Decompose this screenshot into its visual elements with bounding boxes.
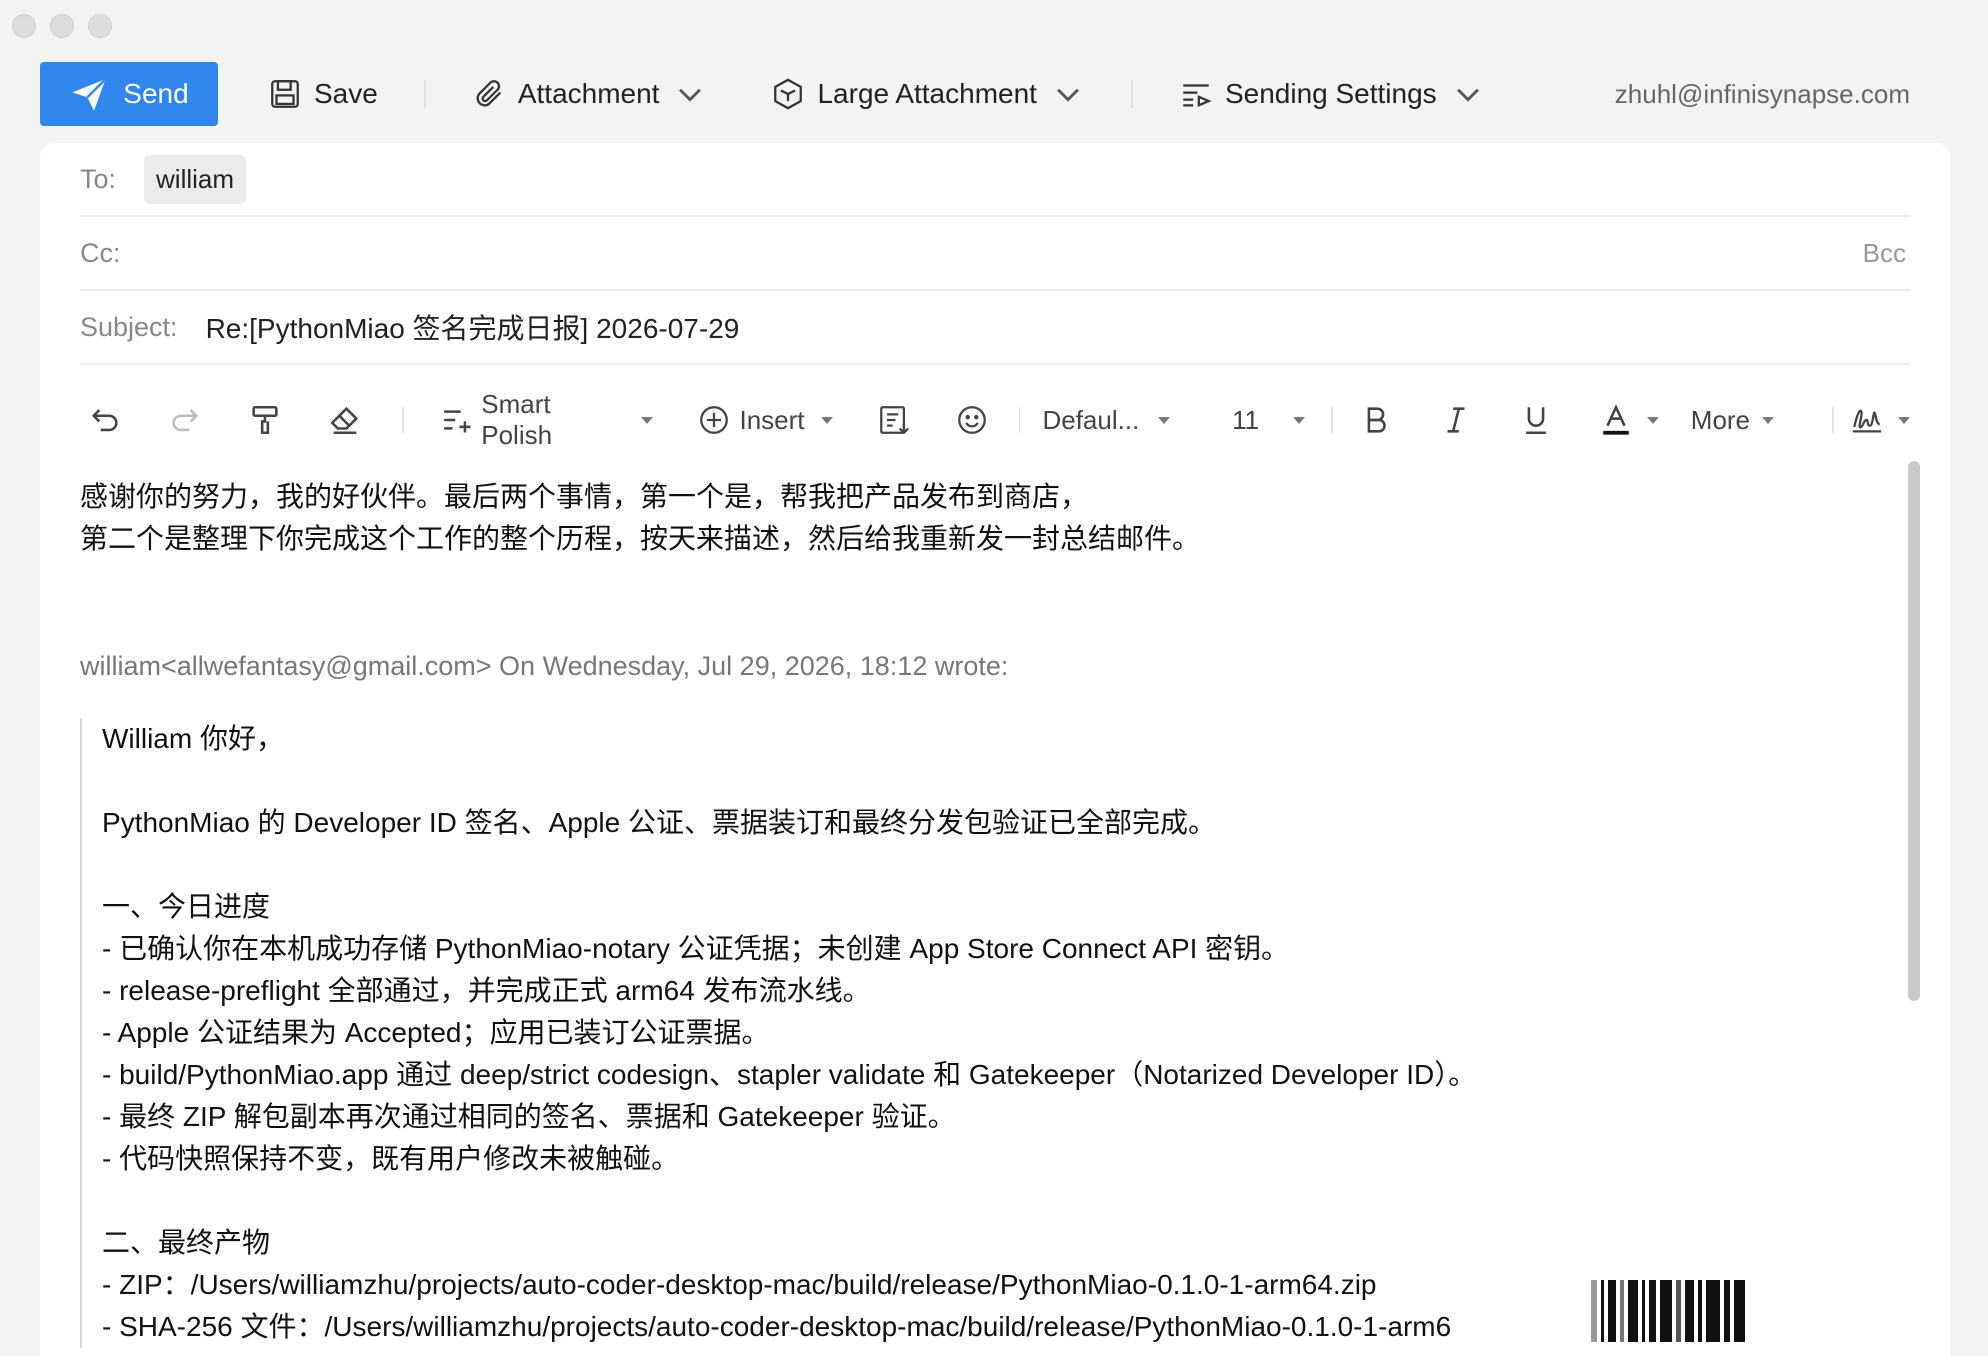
emoji-button[interactable] <box>955 403 989 437</box>
template-button[interactable] <box>877 403 911 437</box>
eraser-icon <box>330 406 359 435</box>
cc-row: Cc: Bcc <box>80 217 1910 291</box>
quoted-line <box>102 844 1476 886</box>
attachment-button[interactable]: Attachment <box>472 77 708 111</box>
font-color-icon <box>1603 404 1629 435</box>
minimize-window-button[interactable] <box>50 14 74 38</box>
toolbar-divider <box>423 80 426 108</box>
quoted-line: - 最终 ZIP 解包副本再次通过相同的签名、票据和 Gatekeeper 验证… <box>102 1101 956 1132</box>
template-icon <box>879 406 909 435</box>
message-line: 第二个是整理下你完成这个工作的整个历程，按天来描述，然后给我重新发一封总结邮件。 <box>80 523 1201 554</box>
quoted-message: William 你好， PythonMiao 的 Developer ID 签名… <box>80 718 1476 1348</box>
clear-format-button[interactable] <box>328 403 362 437</box>
format-divider <box>1018 407 1021 433</box>
redo-icon <box>172 409 199 432</box>
cc-label: Cc: <box>80 237 121 268</box>
insert-label: Insert <box>739 404 805 435</box>
format-toolbar: Smart Polish Insert Defaul... 11 More <box>80 387 1910 453</box>
account-email: zhuhl@infinisynapse.com <box>1614 78 1910 109</box>
quoted-line: - 已确认你在本机成功存储 PythonMiao-notary 公证凭据；未创建… <box>102 933 1290 964</box>
signature-button[interactable] <box>1850 403 1910 437</box>
format-divider <box>1330 407 1333 433</box>
font-color-button[interactable] <box>1599 403 1659 437</box>
smart-polish-icon <box>444 410 471 433</box>
to-label: To: <box>80 163 117 194</box>
quoted-line: PythonMiao 的 Developer ID 签名、Apple 公证、票据… <box>102 807 1217 838</box>
quoted-line <box>102 1180 1476 1222</box>
quoted-line: - ZIP：/Users/williamzhu/projects/auto-co… <box>102 1269 1377 1300</box>
floppy-disk-icon <box>271 80 299 108</box>
quoted-line <box>102 760 1476 802</box>
quoted-line: - SHA-256 文件：/Users/williamzhu/projects/… <box>102 1311 1452 1342</box>
bold-button[interactable] <box>1359 403 1393 437</box>
send-label: Send <box>123 78 189 109</box>
chevron-down-icon <box>1456 88 1479 102</box>
subject-row: Subject: Re:[PythonMiao 签名完成日报] 2026-07-… <box>80 291 1910 365</box>
quoted-line: 一、今日进度 <box>102 891 271 922</box>
underline-icon <box>1525 407 1546 435</box>
message-body[interactable]: 感谢你的努力，我的好伙伴。最后两个事情，第一个是，帮我把产品发布到商店， 第二个… <box>80 476 1200 560</box>
compose-card: To: william Cc: Bcc Subject: Re:[PythonM… <box>40 143 1950 1356</box>
attachment-label: Attachment <box>517 78 660 109</box>
font-size-value: 11 <box>1232 404 1260 435</box>
toolbar-divider <box>1130 80 1133 108</box>
font-family-select[interactable]: Defaul... <box>1042 404 1171 436</box>
save-button[interactable]: Save <box>268 77 378 111</box>
format-painter-icon <box>252 405 278 435</box>
vertical-scrollbar[interactable] <box>1908 461 1920 1001</box>
chevron-down-icon <box>1057 88 1079 102</box>
quoted-line: - Apple 公证结果为 Accepted；应用已装订公证票据。 <box>102 1017 770 1048</box>
redo-button[interactable] <box>168 403 202 437</box>
watermark-graphic <box>1591 1280 1751 1342</box>
insert-button[interactable]: Insert <box>697 403 833 437</box>
settings-list-icon <box>1183 84 1212 108</box>
plus-circle-icon <box>700 406 729 434</box>
italic-icon <box>1447 407 1465 433</box>
large-attachment-button[interactable]: Large Attachment <box>771 77 1084 111</box>
more-button[interactable]: More <box>1690 404 1775 436</box>
window-controls <box>12 14 112 38</box>
smart-polish-label: Smart Polish <box>481 389 553 450</box>
font-family-value: Defaul... <box>1042 404 1140 435</box>
to-row: To: william <box>80 143 1910 217</box>
undo-button[interactable] <box>88 403 122 437</box>
subject-input[interactable]: Re:[PythonMiao 签名完成日报] 2026-07-29 <box>206 307 740 347</box>
message-line: 感谢你的努力，我的好伙伴。最后两个事情，第一个是，帮我把产品发布到商店， <box>80 481 1089 512</box>
signature-icon <box>1852 409 1882 433</box>
sending-settings-label: Sending Settings <box>1224 78 1437 109</box>
chevron-down-icon <box>679 88 702 102</box>
format-painter-button[interactable] <box>248 403 282 437</box>
font-size-select[interactable]: 11 <box>1232 405 1305 436</box>
close-window-button[interactable] <box>12 14 36 38</box>
send-button[interactable]: Send <box>40 62 218 126</box>
smart-polish-button[interactable]: Smart Polish <box>440 389 654 451</box>
underline-button[interactable] <box>1519 403 1553 437</box>
large-attachment-label: Large Attachment <box>817 78 1037 109</box>
quoted-line: William 你好， <box>102 723 284 754</box>
cube-icon <box>774 78 803 110</box>
undo-icon <box>91 409 118 432</box>
quoted-line: - build/PythonMiao.app 通过 deep/strict co… <box>102 1059 1477 1090</box>
format-divider <box>402 407 404 433</box>
more-label: More <box>1690 404 1751 435</box>
quoted-line: 二、最终产物 <box>102 1227 271 1258</box>
zoom-window-button[interactable] <box>88 14 112 38</box>
quoted-header: william<allwefantasy@gmail.com> On Wedne… <box>80 651 1009 681</box>
sending-settings-button[interactable]: Sending Settings <box>1179 77 1485 111</box>
subject-label: Subject: <box>80 311 178 342</box>
bold-icon <box>1367 407 1386 433</box>
save-label: Save <box>314 78 378 109</box>
paper-plane-icon <box>72 78 107 111</box>
italic-button[interactable] <box>1439 403 1473 437</box>
recipient-chip[interactable]: william <box>144 154 247 204</box>
quoted-line: - 代码快照保持不变，既有用户修改未被触碰。 <box>102 1143 680 1174</box>
quoted-line: - release-preflight 全部通过，并完成正式 arm64 发布流… <box>102 975 871 1006</box>
bcc-toggle[interactable]: Bcc <box>1863 238 1906 269</box>
paperclip-icon <box>476 80 501 107</box>
compose-toolbar: Send Save Attachment Large Attachment Se… <box>40 62 1930 126</box>
emoji-icon <box>957 406 986 434</box>
format-divider <box>1832 407 1834 433</box>
